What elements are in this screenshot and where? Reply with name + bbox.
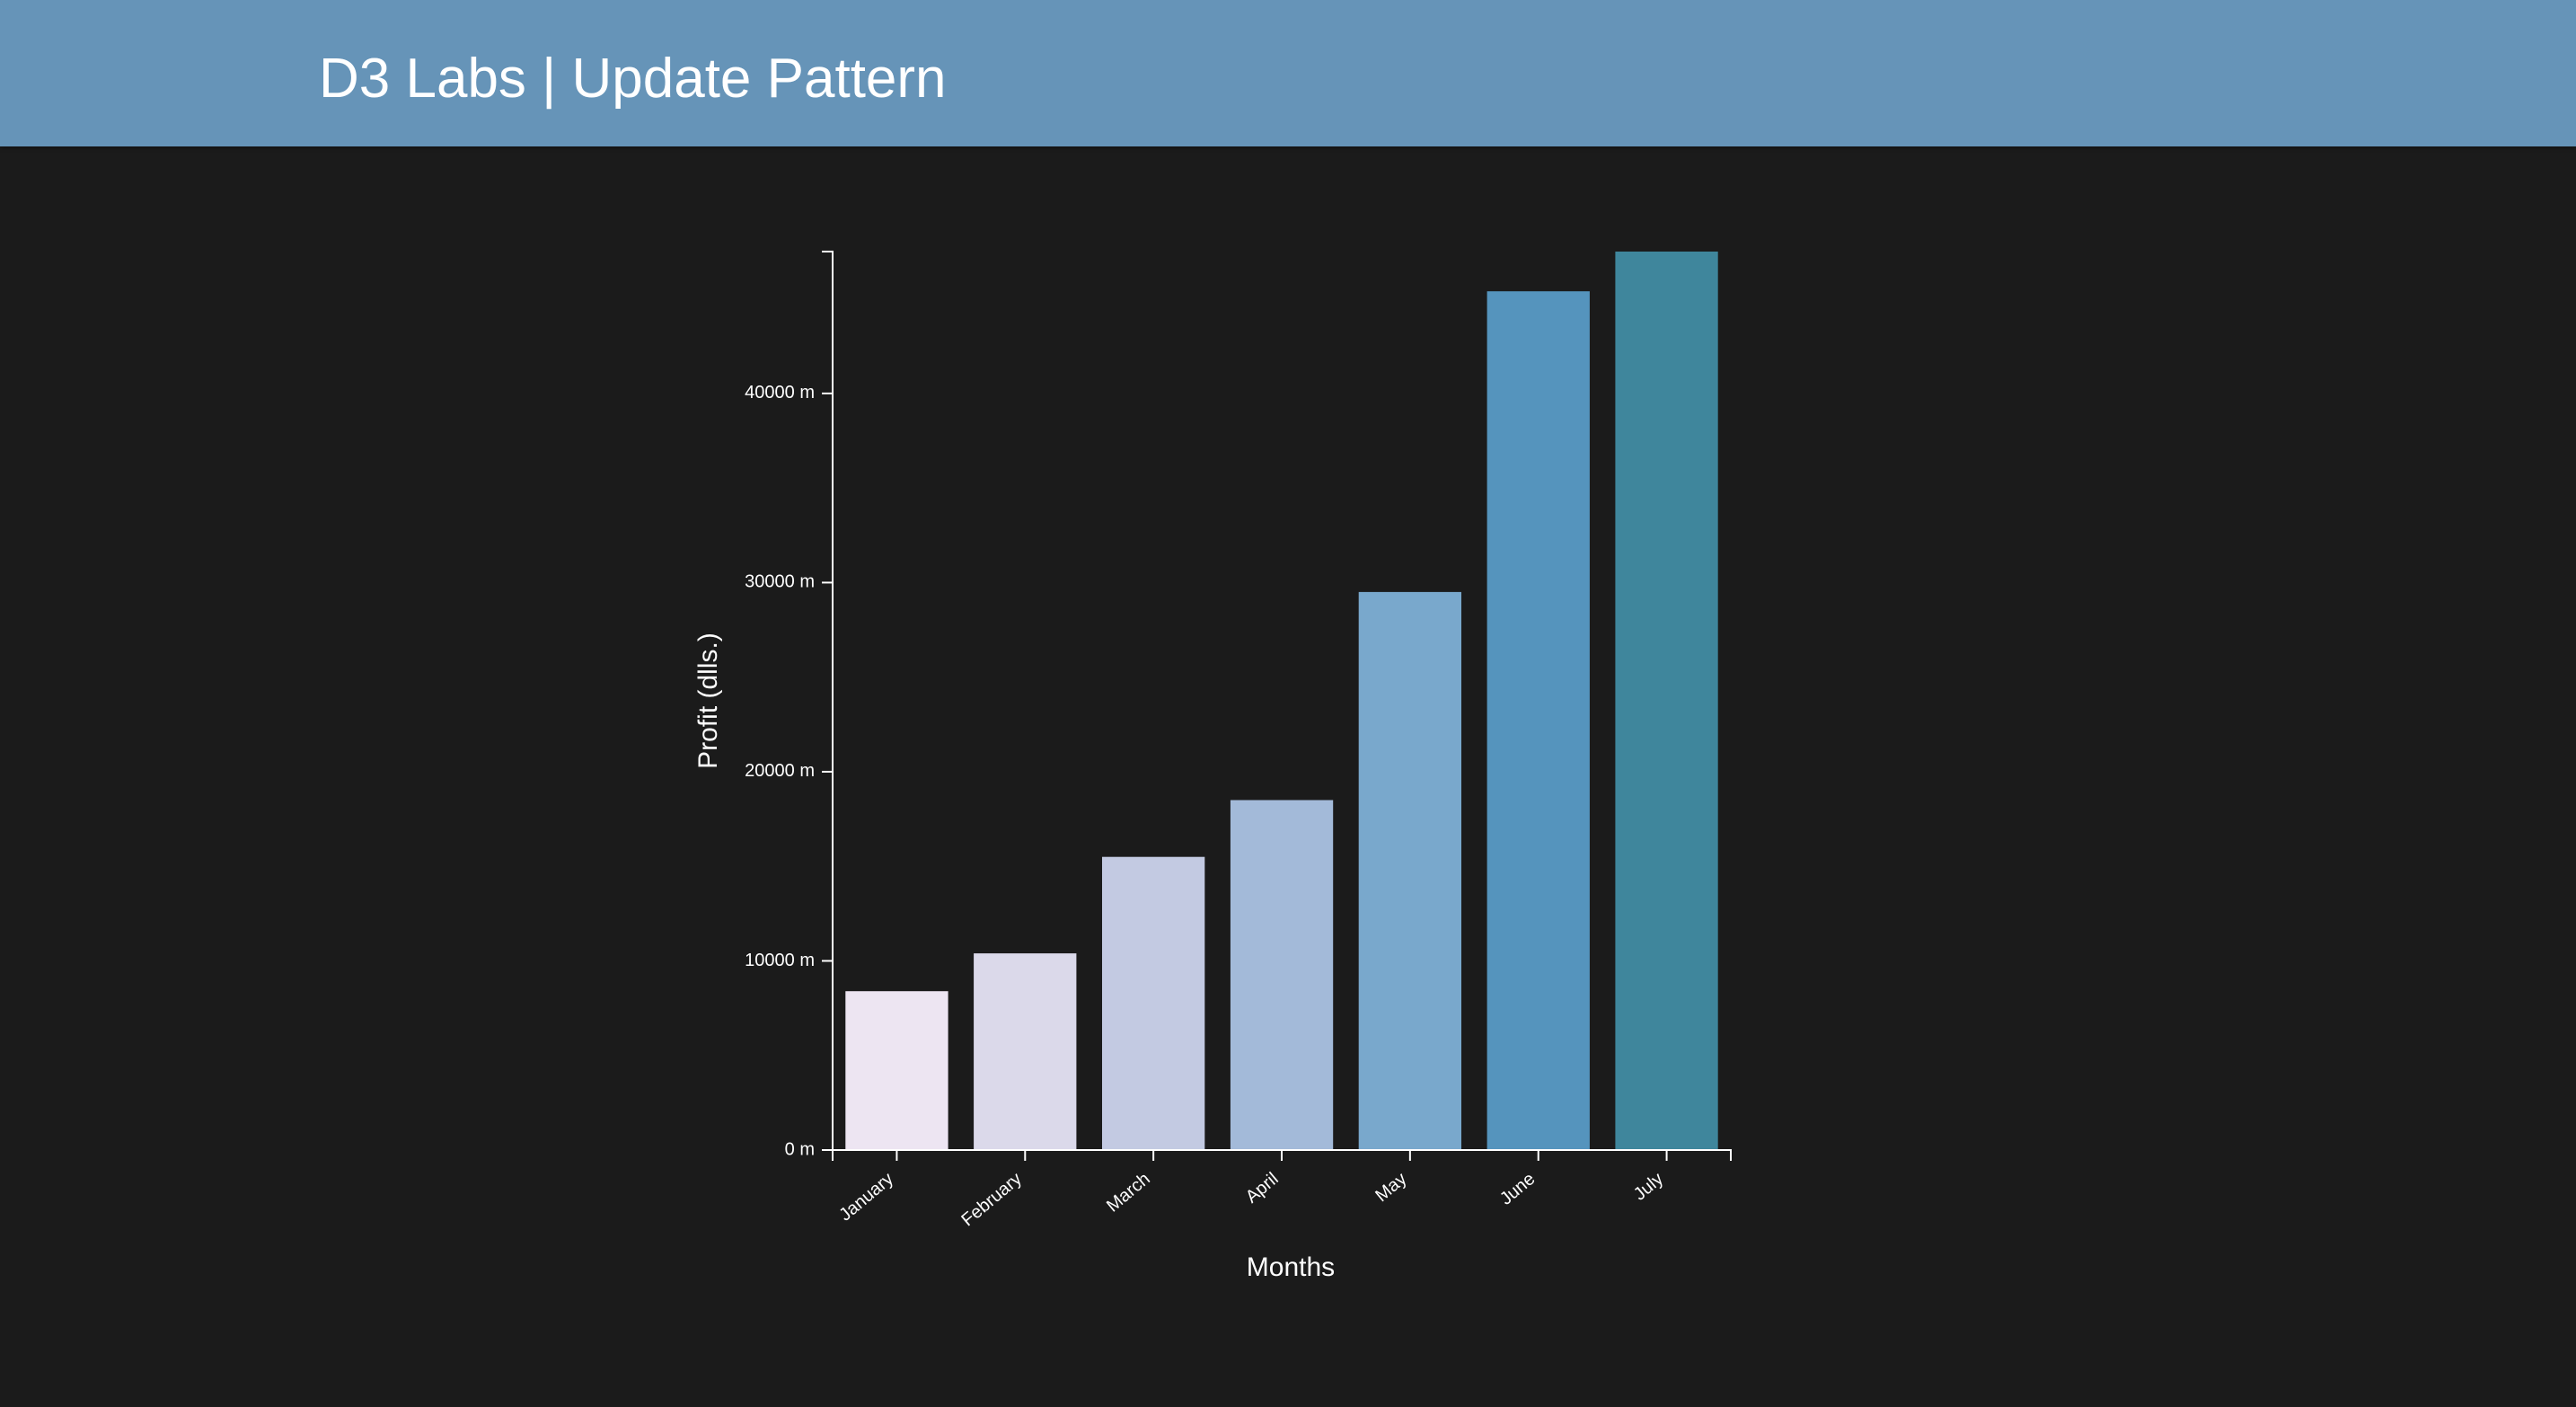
x-tick-label: February bbox=[957, 1169, 1025, 1230]
bars-group bbox=[845, 252, 1718, 1150]
bar-january bbox=[845, 991, 948, 1150]
x-tick-label: January bbox=[835, 1169, 897, 1226]
y-tick-label: 30000 m bbox=[745, 572, 815, 592]
bar-june bbox=[1486, 291, 1590, 1150]
y-axis-title: Profit (dlls.) bbox=[693, 633, 723, 769]
bar-march bbox=[1102, 856, 1205, 1150]
y-tick-label: 40000 m bbox=[745, 383, 815, 403]
bar-april bbox=[1230, 800, 1334, 1150]
y-tick-label: 10000 m bbox=[745, 951, 815, 970]
y-tick-label: 0 m bbox=[785, 1139, 815, 1159]
bar-february bbox=[974, 953, 1077, 1150]
x-tick-label: July bbox=[1630, 1169, 1667, 1205]
bar-july bbox=[1615, 252, 1718, 1150]
x-axis: January February March April May June July bbox=[832, 1149, 1732, 1230]
x-tick-label: May bbox=[1372, 1169, 1410, 1206]
y-axis-line bbox=[822, 251, 834, 1151]
bar-chart: 0 m 10000 m 20000 m 30000 m 40000 m January F… bbox=[693, 251, 1732, 1282]
x-tick-label: April bbox=[1242, 1169, 1283, 1208]
bar-may bbox=[1358, 591, 1461, 1150]
y-axis: 0 m 10000 m 20000 m 30000 m 40000 m bbox=[745, 251, 834, 1159]
y-tick-label: 20000 m bbox=[745, 761, 815, 781]
x-tick-label: March bbox=[1103, 1169, 1154, 1217]
x-axis-title: Months bbox=[1247, 1252, 1335, 1282]
x-tick-label: June bbox=[1496, 1169, 1539, 1209]
